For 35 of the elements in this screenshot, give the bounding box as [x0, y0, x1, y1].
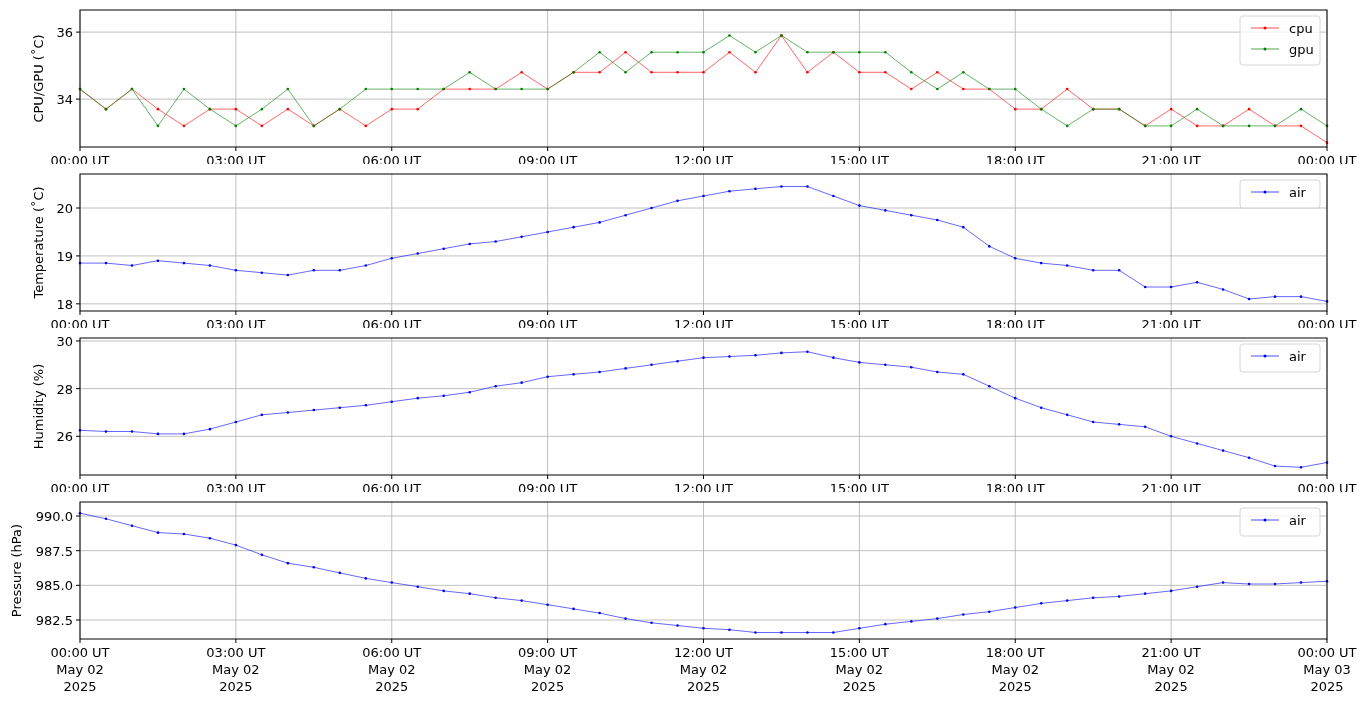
legend-line-icon — [1250, 47, 1280, 51]
legend-line-icon — [1250, 354, 1280, 358]
legend-label: air — [1289, 349, 1306, 364]
tick-label: 28 — [56, 381, 73, 397]
axis-title: Humidity (%) — [31, 363, 46, 450]
tick-label: 34 — [56, 92, 73, 108]
tick-label: 00:00 UT May 02 2025 — [50, 645, 110, 694]
tick-label: 03:00 UT May 02 2025 — [206, 645, 266, 694]
legend-label: gpu — [1289, 42, 1314, 57]
tick-label: 36 — [56, 25, 73, 41]
tick-label: 12:00 UT May 02 2025 — [673, 645, 734, 694]
legend-label: cpu — [1289, 21, 1313, 36]
legend-line-icon — [1250, 190, 1280, 194]
tick-label: 982.5 — [35, 613, 73, 628]
axis-title: Pressure (hPa) — [9, 523, 24, 618]
tick-label: 06:00 UT May 02 2025 — [362, 645, 422, 694]
tick-label: 18 — [56, 296, 73, 312]
tick-label: 21:00 UT May 02 2025 — [1141, 645, 1201, 694]
tick-label: 990.0 — [35, 509, 73, 524]
legend-label: air — [1289, 513, 1306, 528]
axis-title: CPU/GPU (˚C) — [31, 34, 46, 123]
tick-label: 26 — [56, 429, 73, 445]
axis-title: Temperature (˚C) — [31, 186, 46, 299]
tick-label: 30 — [56, 334, 73, 349]
tick-label: 09:00 UT May 02 2025 — [518, 645, 578, 694]
tick-label: 985.0 — [35, 578, 73, 594]
tick-label: 15:00 UT May 02 2025 — [829, 645, 889, 694]
tick-label: 18:00 UT May 02 2025 — [985, 645, 1045, 694]
legend-line-icon — [1250, 518, 1280, 522]
tick-label: 19 — [56, 248, 73, 264]
tick-label: 00:00 UT May 03 2025 — [1297, 645, 1357, 694]
tick-label: 20 — [56, 201, 73, 216]
tick-label: 987.5 — [35, 543, 73, 559]
legend-label: air — [1289, 185, 1306, 200]
legend-line-icon — [1250, 26, 1280, 30]
